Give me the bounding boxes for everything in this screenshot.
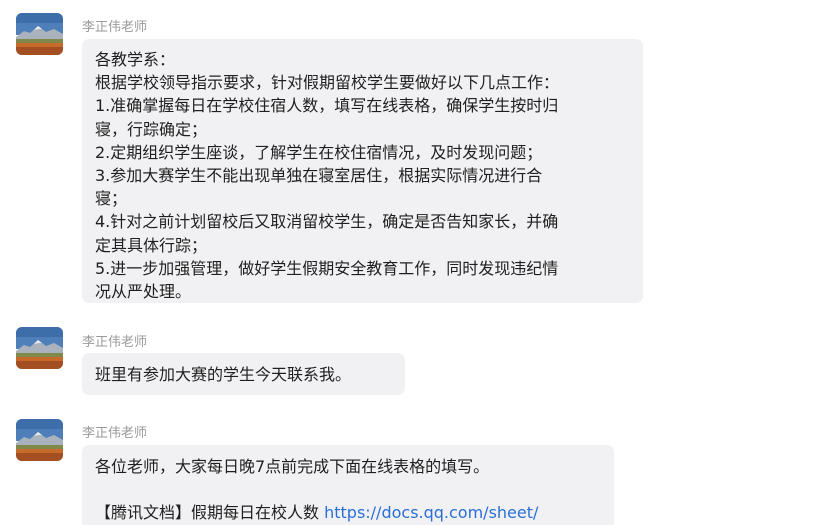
message-line: 况从严处理。 — [95, 282, 192, 302]
message-line: 班里有参加大赛的学生今天联系我。 — [95, 365, 352, 384]
chat-message-list: 李正伟老师 各教学系： 根据学校领导指示要求，针对假期留校学生要做好以下几点工作… — [0, 0, 830, 525]
message-line: 各位老师，大家每日晚7点前完成下面在线表格的填写。 — [95, 457, 490, 476]
message-line: 各教学系： — [95, 50, 176, 69]
sender-avatar[interactable] — [16, 13, 63, 55]
sender-name: 李正伟老师 — [82, 335, 148, 350]
message-line: 2.定期组织学生座谈，了解学生在校住宿情况，及时发现问题； — [95, 142, 543, 162]
landscape-avatar-icon — [16, 13, 63, 55]
doc-title-text: 【腾讯文档】假期每日在校人数 — [95, 503, 325, 523]
landscape-avatar-icon — [16, 419, 63, 461]
message-bubble[interactable]: 班里有参加大赛的学生今天联系我。 — [82, 353, 405, 395]
message-line: 3.参加大赛学生不能出现单独在寝室居住，根据实际情况进行合 — [95, 166, 543, 186]
message-line: 1.准确掌握每日在学校住宿人数，填写在线表格，确保学生按时归 — [95, 96, 559, 116]
doc-link[interactable]: https://docs.qq.com/sheet/ — [324, 503, 538, 522]
message-line: 定其具体行踪； — [95, 235, 208, 255]
message-line: 【腾讯文档】假期每日在校人数 https://docs.qq.com/sheet… — [95, 501, 614, 524]
sender-name: 李正伟老师 — [82, 20, 148, 35]
message-line: 根据学校领导指示要求，针对假期留校学生要做好以下几点工作： — [95, 73, 560, 93]
sender-avatar[interactable] — [16, 327, 63, 369]
message-line: 4.针对之前计划留校后又取消留校学生，确定是否告知家长，并确 — [95, 212, 559, 232]
message-line: 5.进一步加强管理，做好学生假期安全教育工作，同时发现违纪情 — [95, 258, 559, 278]
message-line: 寝； — [95, 189, 128, 209]
sender-name: 李正伟老师 — [82, 426, 148, 441]
message-line: 寝，行踪确定； — [95, 119, 208, 139]
message-bubble[interactable]: 各位老师，大家每日晚7点前完成下面在线表格的填写。 【腾讯文档】假期每日在校人数… — [82, 445, 614, 525]
sender-avatar[interactable] — [16, 419, 63, 461]
message-bubble[interactable]: 各教学系： 根据学校领导指示要求，针对假期留校学生要做好以下几点工作： 1.准确… — [82, 39, 643, 303]
landscape-avatar-icon — [16, 327, 63, 369]
